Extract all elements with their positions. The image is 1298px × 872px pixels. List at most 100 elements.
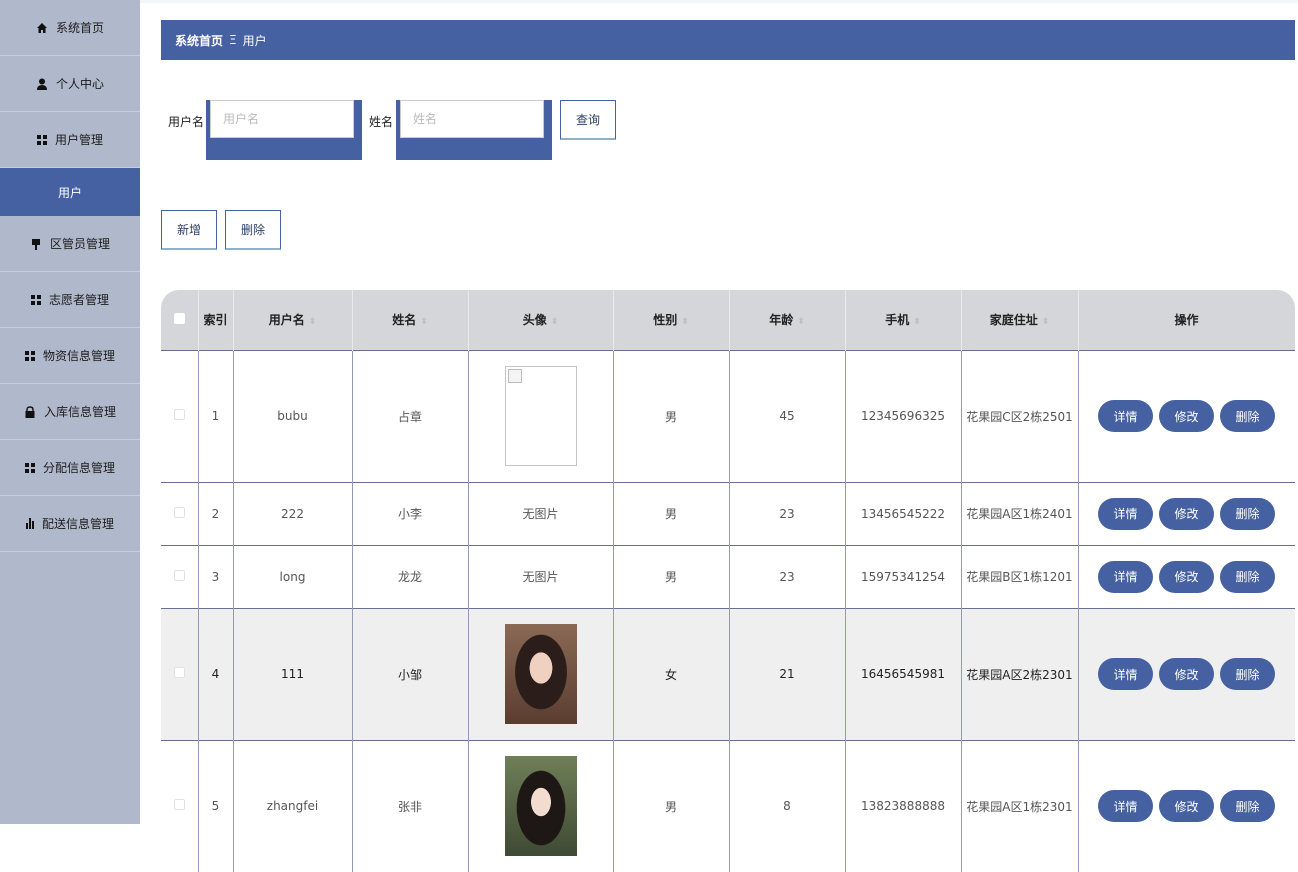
bulk-delete-button[interactable]: 删除: [225, 210, 281, 250]
sidebar-item-district-admin[interactable]: 区管员管理: [0, 216, 140, 272]
row-checkbox-cell[interactable]: [161, 544, 199, 608]
row-checkbox: [173, 569, 185, 581]
person-icon: [36, 78, 48, 90]
sort-icon: ⬍: [913, 317, 921, 328]
edit-button[interactable]: 修改: [1159, 560, 1214, 593]
cell-phone: 13823888888: [845, 739, 962, 872]
detail-button[interactable]: 详情: [1098, 658, 1153, 690]
avatar-image: [504, 756, 577, 857]
username-input-wrap: [206, 100, 362, 160]
cell-username: 222: [233, 481, 353, 545]
sort-icon: ⬍: [308, 317, 317, 328]
sidebar-item-delivery[interactable]: 配送信息管理: [0, 496, 140, 552]
cell-gender: 男: [613, 739, 730, 872]
breadcrumb: 系统首页 Ξ 用户: [161, 20, 1295, 60]
row-checkbox-cell[interactable]: [161, 739, 199, 872]
row-checkbox: [173, 409, 185, 420]
avatar-image: [504, 624, 577, 724]
sort-icon: ⬍: [681, 317, 689, 328]
sort-icon: ⬍: [797, 317, 805, 328]
sidebar-item-user-management[interactable]: 用户管理: [0, 112, 140, 168]
cell-address: 花果园A区2栋2301: [961, 607, 1079, 740]
cell-avatar: [468, 739, 614, 872]
delete-button[interactable]: 删除: [1220, 400, 1275, 432]
sidebar-item-allocation[interactable]: 分配信息管理: [0, 440, 140, 496]
column-header-address[interactable]: 家庭住址 ⬍: [961, 290, 1079, 350]
edit-button[interactable]: 修改: [1159, 790, 1214, 823]
row-checkbox: [173, 799, 185, 811]
cell-gender: 男: [613, 349, 730, 482]
breadcrumb-current: 用户: [242, 33, 267, 48]
cell-actions: 详情 修改 删除: [1078, 544, 1295, 608]
delete-button[interactable]: 删除: [1220, 497, 1275, 530]
select-all-checkbox[interactable]: [161, 290, 199, 350]
cell-name: 龙龙: [352, 544, 469, 608]
breadcrumb-home[interactable]: 系统首页: [175, 32, 223, 49]
column-header-age[interactable]: 年龄 ⬍: [729, 290, 846, 350]
query-button[interactable]: 查询: [560, 100, 616, 140]
cell-age: 23: [729, 544, 846, 608]
cell-avatar: [468, 607, 614, 740]
delete-button[interactable]: 删除: [1220, 790, 1275, 823]
sidebar-subitem-label: 用户: [57, 185, 82, 200]
cell-actions: 详情 修改 删除: [1078, 481, 1295, 545]
cell-name: 小邹: [352, 607, 469, 740]
cell-actions: 详情 修改 删除: [1078, 607, 1295, 740]
cell-phone: 16456545981: [845, 607, 962, 740]
top-divider: [140, 0, 1298, 3]
column-header-actions: 操作: [1078, 290, 1295, 350]
lock-icon: [24, 405, 36, 418]
row-checkbox-cell[interactable]: [161, 349, 199, 482]
cell-index: 4: [198, 607, 234, 740]
table-row: 2 222 小李 无图片男 23 13456545222 花果园A区1栋2401 详情 修改 删除: [161, 481, 1295, 545]
column-header-avatar[interactable]: 头像 ⬍: [468, 290, 614, 350]
sidebar-item-label: 入库信息管理: [43, 405, 116, 419]
cell-age: 8: [729, 739, 846, 872]
username-input[interactable]: [210, 100, 354, 138]
sidebar-subitem-users[interactable]: 用户: [0, 168, 140, 216]
add-button[interactable]: 新增: [161, 210, 217, 250]
sidebar-item-home[interactable]: 系统首页: [0, 0, 140, 56]
cell-username: 111: [233, 607, 353, 740]
delete-button[interactable]: 删除: [1220, 658, 1275, 690]
column-header-username[interactable]: 用户名 ⬍: [233, 290, 353, 350]
row-checkbox-cell[interactable]: [161, 607, 199, 740]
cell-actions: 详情 修改 删除: [1078, 349, 1295, 482]
sidebar-item-label: 配送信息管理: [41, 517, 114, 531]
grid-icon: [30, 294, 41, 305]
sidebar-item-label: 志愿者管理: [48, 293, 109, 307]
cell-actions: 详情 修改 删除: [1078, 739, 1295, 872]
sidebar-item-volunteer[interactable]: 志愿者管理: [0, 272, 140, 328]
detail-button[interactable]: 详情: [1098, 497, 1153, 530]
detail-button[interactable]: 详情: [1098, 400, 1153, 432]
column-header-gender[interactable]: 性别 ⬍: [613, 290, 730, 350]
grid-icon: [24, 350, 35, 361]
cell-gender: 男: [613, 544, 730, 608]
column-header: 索引: [198, 290, 234, 350]
sidebar-item-supplies[interactable]: 物资信息管理: [0, 328, 140, 384]
column-header-phone[interactable]: 手机 ⬍: [845, 290, 962, 350]
cell-phone: 13456545222: [845, 481, 962, 545]
cell-gender: 男: [613, 481, 730, 545]
column-header-name[interactable]: 姓名 ⬍: [352, 290, 469, 350]
delete-button[interactable]: 删除: [1220, 560, 1275, 593]
sidebar-item-label: 物资信息管理: [42, 349, 115, 363]
avatar-placeholder-text: 无图片: [522, 507, 559, 521]
edit-button[interactable]: 修改: [1159, 497, 1214, 530]
user-table: 索引 用户名 ⬍ 姓名 ⬍ 头像 ⬍ 性别 ⬍ 年龄 ⬍ 手机 ⬍ 家庭住址 ⬍ 操作 1 bu…: [161, 290, 1295, 872]
row-checkbox-cell[interactable]: [161, 481, 199, 545]
bar-chart-icon: [25, 518, 34, 529]
grid-icon: [36, 134, 47, 145]
cell-index: 1: [198, 349, 234, 482]
home-icon: [36, 22, 48, 34]
cell-address: 花果园B区1栋1201: [961, 544, 1079, 608]
cell-name: 占章: [352, 349, 469, 482]
edit-button[interactable]: 修改: [1159, 400, 1214, 432]
detail-button[interactable]: 详情: [1098, 560, 1153, 593]
detail-button[interactable]: 详情: [1098, 790, 1153, 823]
name-input[interactable]: [400, 100, 544, 138]
sidebar-item-warehousing[interactable]: 入库信息管理: [0, 384, 140, 440]
sort-icon: ⬍: [1041, 317, 1050, 328]
sidebar-item-profile[interactable]: 个人中心: [0, 56, 140, 112]
edit-button[interactable]: 修改: [1159, 658, 1214, 690]
